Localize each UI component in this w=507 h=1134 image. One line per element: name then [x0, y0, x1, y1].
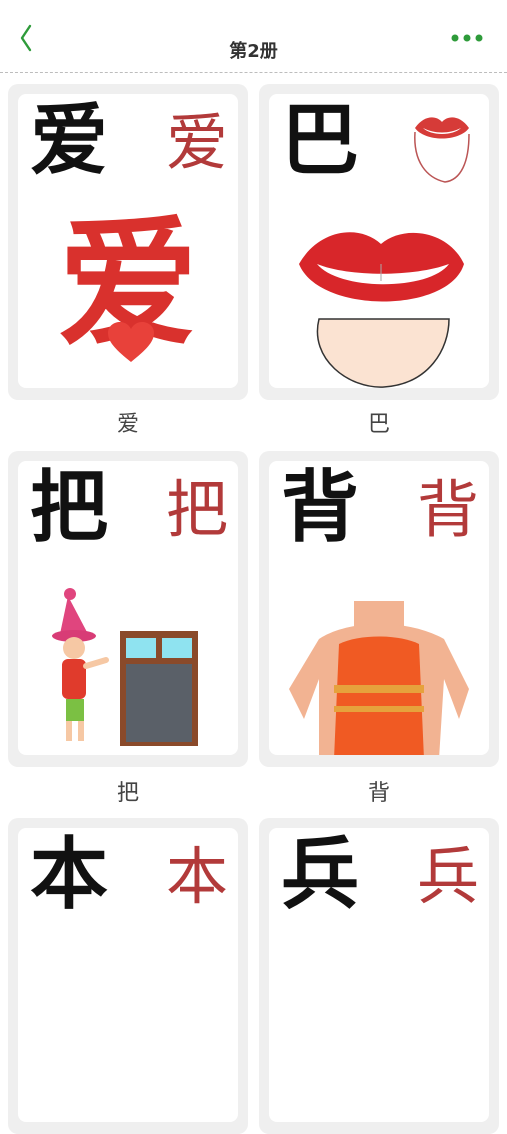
muscle-back-illustration: [289, 601, 469, 755]
more-dots-icon: [451, 34, 483, 42]
card-inner: 把 把: [18, 461, 238, 755]
page-title: 第2册: [229, 41, 278, 62]
card-inner: 背 背: [269, 461, 489, 755]
card-character: 巴: [281, 95, 360, 186]
boy-door-illustration: [52, 588, 198, 746]
card-character: 把: [30, 462, 109, 553]
card-character: 爱: [30, 95, 109, 186]
card-caption: 巴: [367, 412, 390, 437]
top-bar: 第2册: [0, 0, 507, 72]
card-caption: 把: [116, 781, 139, 806]
card-ai[interactable]: 爱 爱 爱: [8, 84, 248, 400]
card-inner: 兵 兵: [269, 828, 489, 1122]
card-thumb-character: 背: [416, 473, 479, 546]
card-character: 背: [281, 462, 360, 553]
mouth-illustration: [299, 232, 464, 388]
card-bei[interactable]: 背 背: [259, 451, 499, 767]
card-ben[interactable]: 本 本: [8, 818, 248, 1134]
header-divider: [0, 72, 507, 73]
more-button[interactable]: [449, 30, 487, 46]
heart-icon: [108, 322, 154, 362]
card-thumb-character: 把: [165, 473, 228, 546]
card-character: 兵: [281, 829, 360, 920]
card-ba[interactable]: 巴: [259, 84, 499, 400]
card-inner: 巴: [269, 94, 489, 388]
card-thumb-character: 本: [165, 840, 228, 913]
card-bing[interactable]: 兵 兵: [259, 818, 499, 1134]
card-caption: 背: [367, 781, 390, 806]
card-thumb-character: 爱: [165, 106, 228, 179]
card-caption: 爱: [116, 412, 139, 437]
card-ba3[interactable]: 把 把: [8, 451, 248, 767]
card-thumb-character: 兵: [416, 840, 479, 913]
card-inner: 爱 爱 爱: [18, 94, 238, 388]
card-character: 本: [30, 829, 109, 920]
small-lips-icon: [414, 117, 470, 183]
card-inner: 本 本: [18, 828, 238, 1122]
